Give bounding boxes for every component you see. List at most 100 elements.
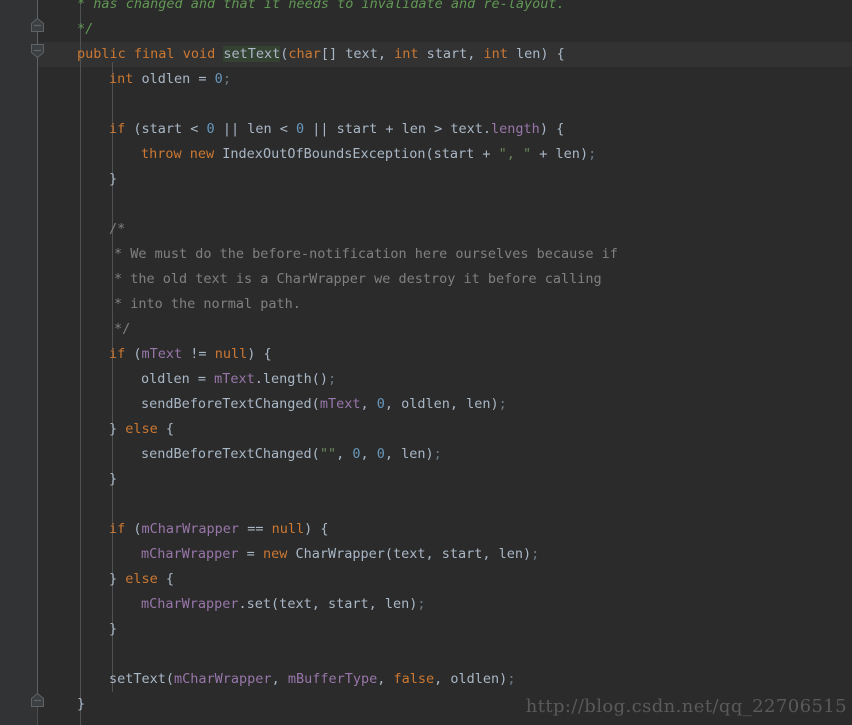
code-token: ", " bbox=[498, 146, 532, 162]
code-line[interactable]: */ bbox=[0, 317, 852, 342]
code-token: , len) bbox=[384, 446, 434, 462]
code-editor-window: * has changed and that it needs to inval… bbox=[0, 0, 852, 725]
code-token: , bbox=[271, 671, 288, 687]
code-line[interactable]: sendBeforeTextChanged("", 0, 0, len); bbox=[0, 442, 852, 467]
code-token: , oldlen) bbox=[434, 671, 508, 687]
code-token: 0 bbox=[206, 121, 215, 137]
code-token: { bbox=[157, 571, 175, 587]
code-token: new bbox=[189, 146, 215, 162]
code-line[interactable]: */ bbox=[0, 17, 852, 42]
code-token: public bbox=[77, 46, 126, 62]
code-token: len) { bbox=[507, 46, 565, 62]
code-line[interactable]: * into the normal path. bbox=[0, 292, 852, 317]
code-token: mCharWrapper bbox=[141, 546, 239, 562]
fold-marker-expand-method-icon[interactable] bbox=[30, 43, 45, 58]
code-token: */ bbox=[114, 321, 131, 337]
code-token: || start + len > text. bbox=[304, 121, 492, 137]
code-token: mText bbox=[214, 371, 255, 387]
code-token: { bbox=[157, 421, 175, 437]
fold-marker-collapse-javadoc-icon[interactable] bbox=[30, 18, 45, 33]
code-token: , bbox=[360, 446, 377, 462]
code-token: [] text, bbox=[320, 46, 395, 62]
code-line[interactable]: if (mText != null) { bbox=[0, 342, 852, 367]
code-line[interactable]: } bbox=[0, 617, 852, 642]
code-token: } bbox=[109, 421, 126, 437]
code-token: 0 bbox=[376, 446, 385, 462]
code-line[interactable]: if (mCharWrapper == null) { bbox=[0, 517, 852, 542]
code-token: null bbox=[271, 521, 305, 537]
code-token: ; bbox=[222, 71, 231, 87]
code-token: ; bbox=[531, 546, 540, 562]
code-line[interactable]: throw new IndexOutOfBoundsException(star… bbox=[0, 142, 852, 167]
code-line[interactable]: int oldlen = 0; bbox=[0, 67, 852, 92]
code-token: ; bbox=[417, 596, 426, 612]
code-token: ( bbox=[125, 521, 142, 537]
code-line[interactable]: public final void setText(char[] text, i… bbox=[0, 42, 852, 67]
code-token: setText( bbox=[109, 671, 175, 687]
code-text-layer[interactable]: * has changed and that it needs to inval… bbox=[0, 0, 852, 725]
code-token: ; bbox=[433, 446, 442, 462]
code-token: * has changed and that it needs to inval… bbox=[77, 0, 565, 12]
code-token: false bbox=[393, 671, 435, 687]
code-token: ; bbox=[588, 146, 597, 162]
code-token: * We must do the before-notification her… bbox=[114, 246, 618, 262]
code-token: else bbox=[125, 571, 158, 587]
code-line[interactable]: if (start < 0 || len < 0 || start + len … bbox=[0, 117, 852, 142]
code-line[interactable]: setText(mCharWrapper, mBufferType, false… bbox=[0, 667, 852, 692]
code-line[interactable]: sendBeforeTextChanged(mText, 0, oldlen, … bbox=[0, 392, 852, 417]
code-token: || len < bbox=[214, 121, 296, 137]
code-token: , bbox=[336, 446, 353, 462]
code-line[interactable]: } else { bbox=[0, 417, 852, 442]
code-token: mCharWrapper bbox=[174, 671, 272, 687]
code-token: } bbox=[109, 571, 126, 587]
code-token: mCharWrapper bbox=[141, 521, 240, 537]
code-line[interactable] bbox=[0, 642, 852, 667]
code-token: 0 bbox=[376, 396, 385, 412]
code-token: ) { bbox=[304, 521, 329, 537]
code-token: mText bbox=[319, 396, 361, 412]
code-token: mCharWrapper bbox=[141, 596, 239, 612]
code-token: if bbox=[109, 521, 126, 537]
code-token: (start < bbox=[125, 121, 207, 137]
code-token: if bbox=[109, 121, 126, 137]
code-token: sendBeforeTextChanged( bbox=[141, 446, 320, 462]
code-token: void bbox=[182, 46, 216, 62]
code-token: CharWrapper(text, start, len) bbox=[287, 546, 532, 562]
code-line[interactable]: * We must do the before-notification her… bbox=[0, 242, 852, 267]
code-token: oldlen = bbox=[141, 371, 215, 387]
code-token: throw bbox=[141, 146, 182, 162]
code-token: 0 bbox=[295, 121, 305, 137]
code-token: ; bbox=[498, 396, 507, 412]
code-line[interactable]: oldlen = mText.length(); bbox=[0, 367, 852, 392]
code-token: .length() bbox=[254, 371, 328, 387]
code-line[interactable]: /* bbox=[0, 217, 852, 242]
code-line[interactable]: } bbox=[0, 167, 852, 192]
code-line[interactable]: mCharWrapper.set(text, start, len); bbox=[0, 592, 852, 617]
code-token: == bbox=[239, 521, 272, 537]
code-line[interactable] bbox=[0, 492, 852, 517]
code-token: , oldlen, len) bbox=[384, 396, 499, 412]
code-token: .set(text, start, len) bbox=[238, 596, 418, 612]
code-token: int bbox=[394, 46, 419, 62]
code-token: * into the normal path. bbox=[114, 296, 301, 312]
code-token: ) { bbox=[247, 346, 272, 362]
code-line[interactable]: * has changed and that it needs to inval… bbox=[0, 0, 852, 17]
code-token: char bbox=[288, 46, 321, 62]
code-token: = bbox=[238, 546, 263, 562]
code-line[interactable]: } bbox=[0, 467, 852, 492]
code-token: new bbox=[262, 546, 288, 562]
code-token: final bbox=[133, 46, 175, 62]
code-token: /* bbox=[109, 221, 126, 237]
code-token: setText bbox=[223, 46, 281, 62]
fold-marker-collapse-method-end-icon[interactable] bbox=[30, 693, 45, 708]
code-line[interactable]: * the old text is a CharWrapper we destr… bbox=[0, 267, 852, 292]
code-token: mText bbox=[141, 346, 183, 362]
code-line[interactable] bbox=[0, 92, 852, 117]
code-line[interactable]: mCharWrapper = new CharWrapper(text, sta… bbox=[0, 542, 852, 567]
code-token: IndexOutOfBoundsException(start + bbox=[214, 146, 499, 162]
code-line[interactable]: } else { bbox=[0, 567, 852, 592]
code-token: oldlen = bbox=[133, 71, 215, 87]
